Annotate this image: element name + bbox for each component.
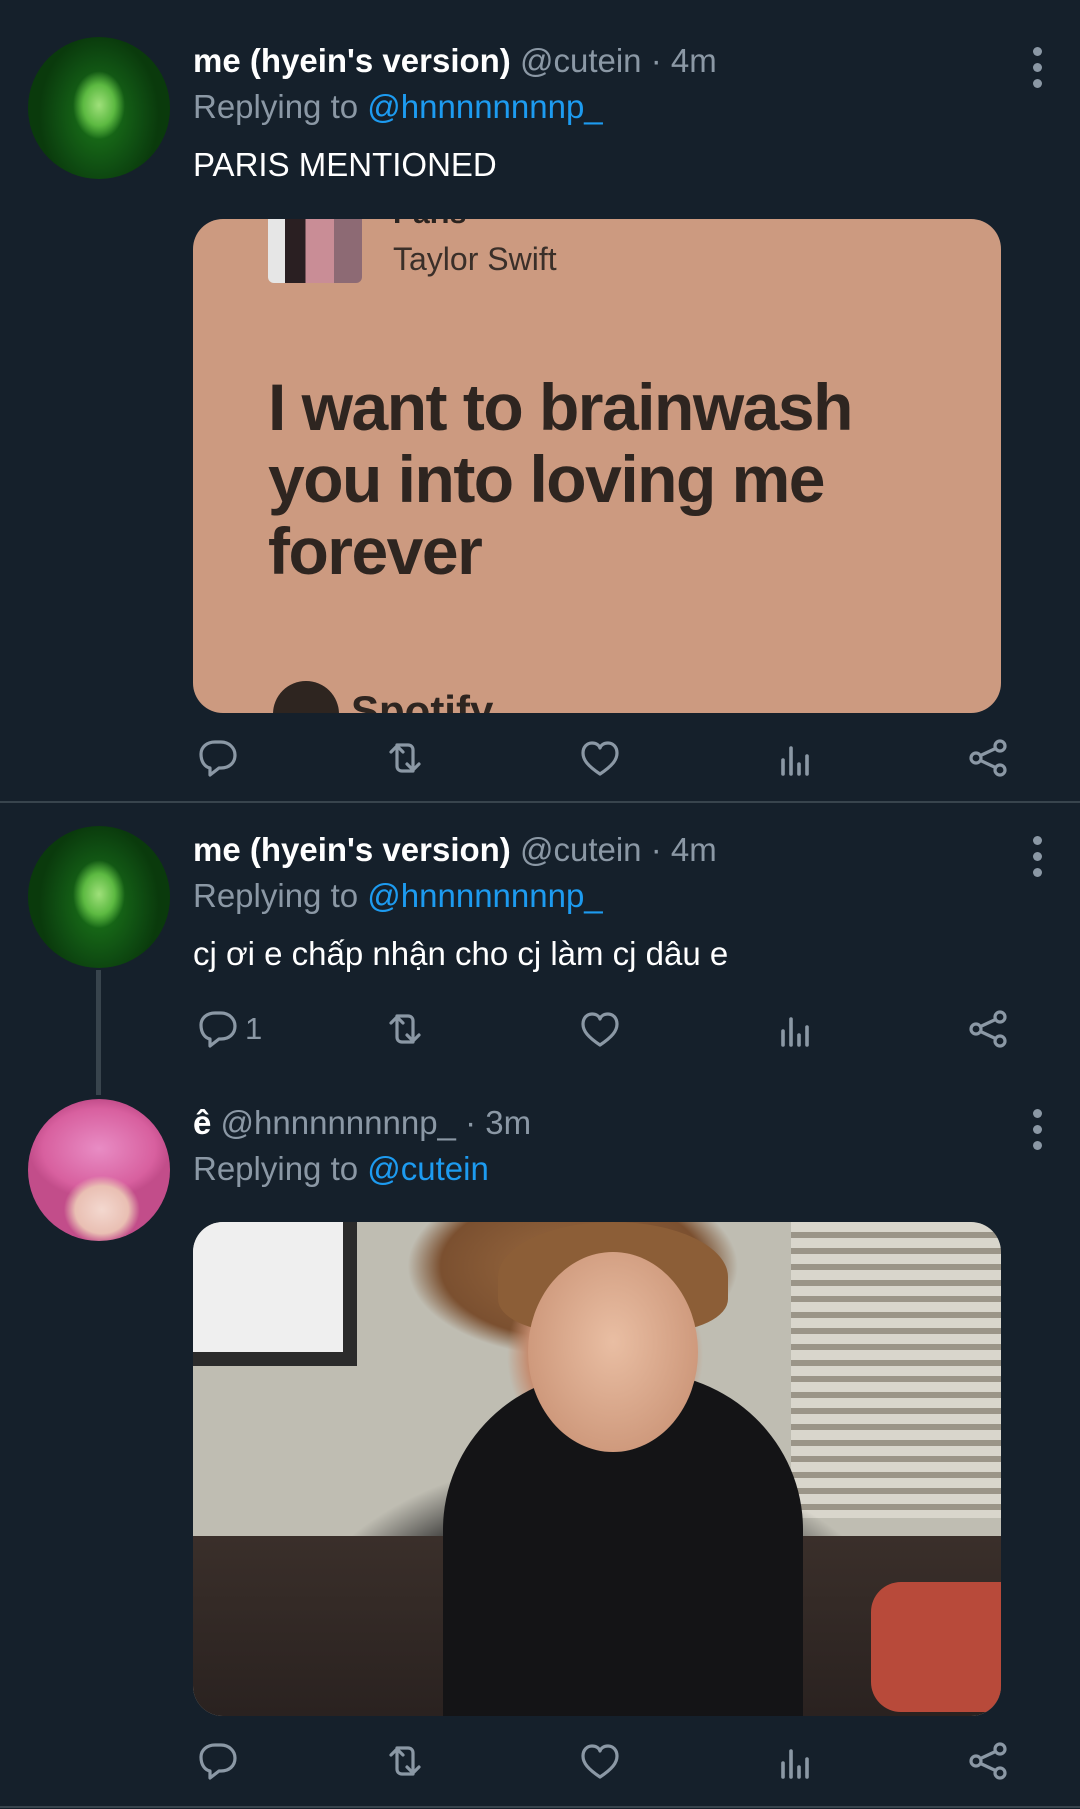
share-button[interactable] — [966, 733, 1010, 783]
analytics-button[interactable] — [773, 1004, 817, 1054]
retweet-button[interactable] — [383, 1736, 435, 1786]
like-button[interactable] — [578, 1736, 630, 1786]
reply-count: 1 — [245, 1011, 263, 1046]
avatar[interactable] — [28, 1099, 170, 1241]
like-icon — [581, 1744, 619, 1779]
retweet-icon — [389, 1014, 421, 1044]
timestamp[interactable]: 4m — [671, 831, 717, 868]
artist-name: Taylor Swift — [393, 241, 557, 277]
person-face — [528, 1252, 698, 1452]
analytics-icon — [781, 746, 809, 776]
handle[interactable]: @hnnnnnnnnp_ — [221, 1104, 456, 1141]
share-icon — [969, 1742, 1007, 1780]
display-name[interactable]: me (hyein's version) — [193, 831, 511, 868]
more-icon[interactable] — [1030, 1109, 1044, 1150]
replying-to-link[interactable]: @cutein — [367, 1150, 489, 1187]
replying-to: Replying to @hnnnnnnnnp_ — [193, 88, 603, 125]
separator: · — [650, 42, 662, 79]
timestamp[interactable]: 3m — [485, 1104, 531, 1141]
reply-icon — [199, 740, 237, 777]
avatar[interactable] — [28, 37, 170, 179]
reply-button[interactable]: 1 — [193, 1004, 262, 1054]
separator: · — [465, 1104, 477, 1141]
separator: · — [650, 831, 662, 868]
reply-icon — [199, 1011, 237, 1048]
timestamp[interactable]: 4m — [671, 42, 717, 79]
display-name[interactable]: me (hyein's version) — [193, 42, 511, 79]
analytics-button[interactable] — [773, 733, 817, 783]
tweet-header: me (hyein's version) @cutein · 4m — [193, 38, 717, 84]
more-icon[interactable] — [1030, 47, 1044, 88]
action-bar — [193, 1736, 1023, 1786]
share-button[interactable] — [966, 1736, 1010, 1786]
handle[interactable]: @cutein — [520, 42, 642, 79]
analytics-icon — [781, 1749, 809, 1779]
retweet-icon — [389, 743, 421, 773]
replying-to: Replying to @cutein — [193, 1150, 489, 1187]
analytics-button[interactable] — [773, 1736, 817, 1786]
tweet-header: ê @hnnnnnnnnp_ · 3m — [193, 1100, 531, 1146]
retweet-button[interactable] — [383, 733, 435, 783]
like-icon — [581, 1012, 619, 1047]
tweet-text: PARIS MENTIONED — [193, 146, 497, 183]
tweet-3[interactable]: ê @hnnnnnnnnp_ · 3m Replying to @cutein — [0, 1080, 1080, 1809]
tweet-photo[interactable] — [193, 1222, 1001, 1716]
tweet-1[interactable]: me (hyein's version) @cutein · 4m Replyi… — [0, 0, 1080, 800]
share-button[interactable] — [966, 1004, 1010, 1054]
like-button[interactable] — [578, 1004, 630, 1054]
like-icon — [581, 741, 619, 776]
tweet-text: cj ơi e chấp nhận cho cj làm cj dâu e — [193, 935, 729, 972]
divider — [0, 801, 1080, 803]
album-cover — [268, 219, 362, 283]
action-bar — [193, 733, 1023, 783]
retweet-button[interactable] — [383, 1004, 435, 1054]
display-name[interactable]: ê — [193, 1104, 211, 1141]
brand-name: Spotify — [351, 687, 494, 713]
reply-icon — [199, 1743, 237, 1780]
lyric-card-image[interactable]: Paris Taylor Swift I want to brainwash y… — [193, 219, 1001, 713]
more-icon[interactable] — [1030, 836, 1044, 877]
spotify-icon — [273, 681, 339, 713]
share-icon — [969, 739, 1007, 777]
reply-button[interactable] — [193, 1736, 245, 1786]
replying-to: Replying to @hnnnnnnnnp_ — [193, 877, 603, 914]
lyric-text: I want to brainwash you into loving me f… — [268, 370, 853, 588]
tweet-header: me (hyein's version) @cutein · 4m — [193, 827, 717, 873]
replying-to-link[interactable]: @hnnnnnnnnp_ — [367, 88, 602, 125]
avatar[interactable] — [28, 826, 170, 968]
like-button[interactable] — [578, 733, 630, 783]
reply-button[interactable] — [193, 733, 245, 783]
action-bar: 1 — [193, 1004, 1023, 1054]
retweet-icon — [389, 1746, 421, 1776]
handle[interactable]: @cutein — [520, 831, 642, 868]
picture-frame — [193, 1222, 357, 1366]
song-title: Paris — [393, 219, 466, 231]
thread-connector — [96, 970, 101, 1095]
analytics-icon — [781, 1017, 809, 1047]
share-icon — [969, 1010, 1007, 1048]
divider — [0, 1806, 1080, 1808]
replying-to-link[interactable]: @hnnnnnnnnp_ — [367, 877, 602, 914]
pillow — [871, 1582, 1001, 1712]
tweet-2[interactable]: me (hyein's version) @cutein · 4m Replyi… — [0, 804, 1080, 1080]
